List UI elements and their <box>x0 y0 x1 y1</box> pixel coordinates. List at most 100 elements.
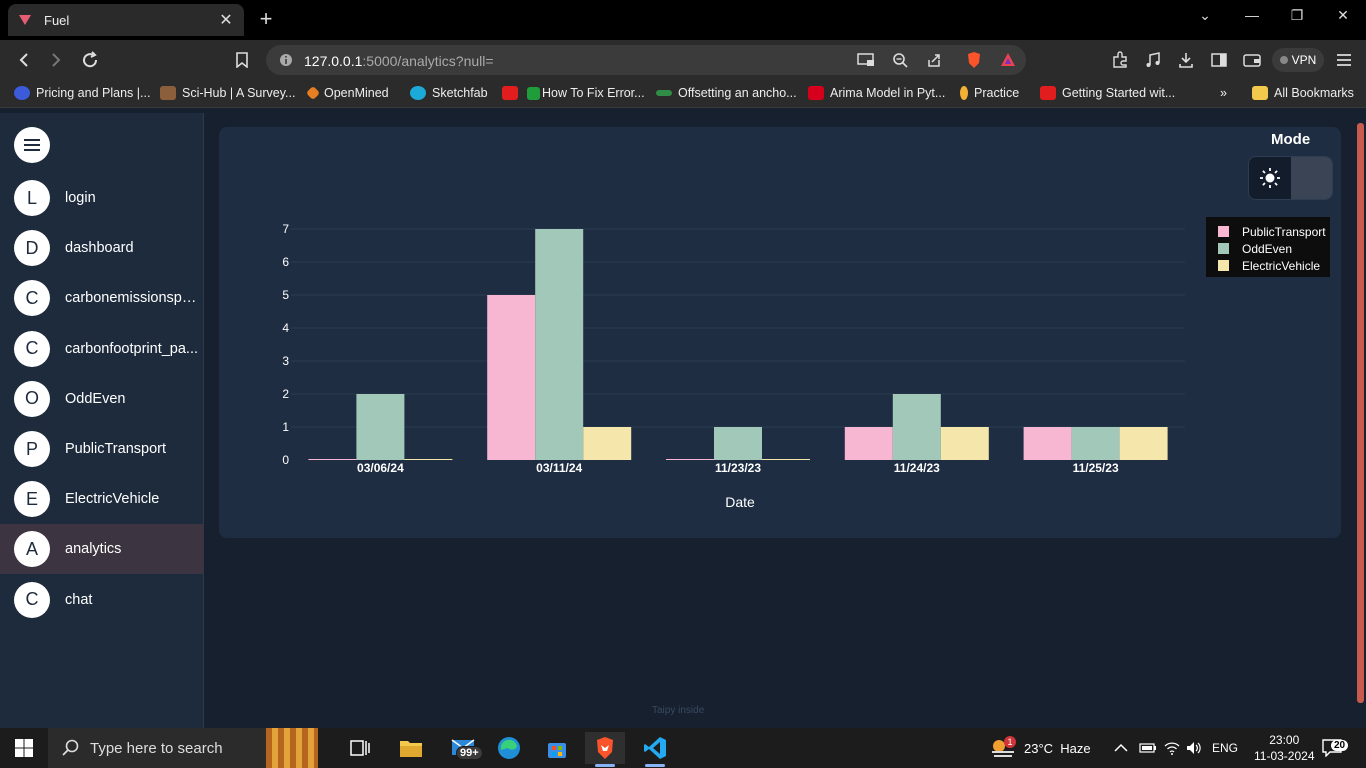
brave-browser-icon[interactable] <box>585 732 625 767</box>
bar[interactable] <box>583 427 632 460</box>
sidebar-item-electricvehicle[interactable]: E ElectricVehicle <box>0 474 204 524</box>
bookmark-arima[interactable]: Arima Model in Pyt... <box>808 86 945 100</box>
legend-item[interactable]: OddEven <box>1218 240 1330 257</box>
downloads-icon[interactable] <box>1174 48 1198 72</box>
bookmark-getting-started[interactable]: Getting Started wit... <box>1040 86 1175 100</box>
sidebar-item-login[interactable]: Llogin <box>0 173 204 223</box>
sidebar-item-label: OddEven <box>65 390 126 407</box>
minimize-icon[interactable]: — <box>1237 4 1267 26</box>
legend-item[interactable]: PublicTransport <box>1218 223 1330 240</box>
bar[interactable] <box>1023 427 1072 460</box>
sidebar-item-avatar: P <box>14 431 50 467</box>
x-tick-label: 11/24/23 <box>894 461 940 475</box>
sidebar-item-label: carbonemissionspa... <box>65 290 200 307</box>
bookmark-sketchfab[interactable]: Sketchfab <box>410 86 488 100</box>
battery-icon[interactable] <box>1139 728 1157 768</box>
microsoft-store-icon[interactable] <box>537 732 577 764</box>
new-tab-icon[interactable]: + <box>256 7 276 31</box>
close-tab-icon[interactable]: ✕ <box>218 10 234 30</box>
sidebar-item-label: ElectricVehicle <box>65 491 160 508</box>
sidebar-item-analytics[interactable]: Aanalytics <box>0 524 204 575</box>
file-explorer-icon[interactable] <box>391 732 431 764</box>
bar[interactable] <box>1071 427 1120 460</box>
tab-search-chevron-icon[interactable]: ⌄ <box>1190 4 1220 26</box>
site-info-icon[interactable] <box>276 51 296 69</box>
sidebar-item-dashboard[interactable]: Ddashboard <box>0 223 204 273</box>
all-bookmarks[interactable]: All Bookmarks <box>1252 86 1354 100</box>
bar[interactable] <box>487 295 536 460</box>
scrollbar-thumb[interactable] <box>1357 123 1364 703</box>
wallet-icon[interactable] <box>1240 48 1264 72</box>
legend-label: ElectricVehicle <box>1242 258 1321 273</box>
page-scrollbar[interactable] <box>1355 113 1366 728</box>
sidebar-item-publictransport[interactable]: P PublicTransport <box>0 424 204 474</box>
forward-icon[interactable] <box>44 48 68 72</box>
extensions-icon[interactable] <box>1108 48 1132 72</box>
clock[interactable]: 23:00 11-03-2024 <box>1254 728 1315 768</box>
browser-menu-icon[interactable] <box>1332 48 1356 72</box>
restore-icon[interactable]: ❐ <box>1282 4 1312 26</box>
windows-start-icon[interactable] <box>4 732 44 764</box>
close-window-icon[interactable]: ✕ <box>1328 4 1358 26</box>
weather-badge: 1 <box>1004 736 1016 748</box>
notifications-icon[interactable]: 20 <box>1322 728 1349 768</box>
brave-shields-icon[interactable] <box>964 51 984 69</box>
bookmark-howtofix[interactable]: How To Fix Error... <box>527 86 645 100</box>
edge-icon[interactable] <box>489 732 529 764</box>
sidebar-item-chat[interactable]: Cchat <box>0 575 204 625</box>
sidebar-item-carbonemissionspa[interactable]: Ccarbonemissionspa... <box>0 273 204 323</box>
sidebar-item-avatar: L <box>14 180 50 216</box>
bar[interactable] <box>404 459 453 460</box>
reload-icon[interactable] <box>78 48 102 72</box>
bookmark-practice[interactable]: Practice <box>960 86 1019 100</box>
bar[interactable] <box>892 394 941 460</box>
share-icon[interactable] <box>924 51 944 69</box>
vpn-label: VPN <box>1291 53 1317 67</box>
media-icon[interactable] <box>1141 48 1165 72</box>
search-placeholder: Type here to search <box>90 739 223 757</box>
bar[interactable] <box>714 427 762 460</box>
bookmark-openmined[interactable]: OpenMined <box>305 85 389 101</box>
vpn-button[interactable]: VPN <box>1272 48 1324 72</box>
search-highlight-image <box>266 728 318 768</box>
browser-tab[interactable]: Fuel ✕ <box>8 4 244 36</box>
zoom-icon[interactable] <box>890 51 910 69</box>
bookmark-scihub[interactable]: Sci-Hub | A Survey... <box>160 86 295 100</box>
address-bar[interactable]: 127.0.0.1:5000/analytics?null= <box>266 45 1026 75</box>
sidebar-item-carbonfootprint-pa[interactable]: Ccarbonfootprint_pa... <box>0 324 204 374</box>
bookmark-pricing[interactable]: Pricing and Plans |... <box>14 86 150 100</box>
bookmark-offsetting[interactable]: Offsetting an ancho... <box>656 86 797 100</box>
wifi-icon[interactable] <box>1164 728 1180 768</box>
legend-item[interactable]: ElectricVehicle <box>1218 257 1330 274</box>
bar[interactable] <box>1119 427 1168 460</box>
sidebar-toggle-icon[interactable] <box>1207 48 1231 72</box>
sidebar-item-oddeven[interactable]: O OddEven <box>0 374 204 424</box>
bar[interactable] <box>535 229 584 460</box>
bar[interactable] <box>762 459 810 460</box>
show-hidden-icons-icon[interactable] <box>1114 728 1128 768</box>
task-view-icon[interactable] <box>340 732 380 764</box>
bar[interactable] <box>666 459 714 460</box>
vscode-icon[interactable] <box>635 732 675 767</box>
brave-rewards-icon[interactable] <box>998 51 1018 69</box>
bookmark-youtube[interactable] <box>502 86 524 100</box>
chart-legend: PublicTransport OddEven ElectricVehicle <box>1206 217 1330 277</box>
bar[interactable] <box>844 427 893 460</box>
taskbar-search[interactable]: Type here to search <box>48 728 318 768</box>
bookmarks-overflow-icon[interactable]: » <box>1220 86 1227 100</box>
bar[interactable] <box>356 394 405 460</box>
volume-icon[interactable] <box>1186 728 1202 768</box>
hamburger-menu-icon[interactable] <box>14 127 50 163</box>
cast-icon[interactable] <box>856 51 876 69</box>
bookmark-favicon-icon <box>305 85 321 101</box>
back-icon[interactable] <box>12 48 36 72</box>
bar[interactable] <box>308 459 357 460</box>
language-indicator[interactable]: ENG <box>1212 728 1238 768</box>
mail-icon[interactable]: 99+ <box>444 732 484 764</box>
bookmark-icon[interactable] <box>230 48 254 72</box>
legend-swatch <box>1218 260 1229 271</box>
taipy-watermark: Taipy inside <box>652 705 705 716</box>
weather-widget[interactable]: 1 23°C Haze <box>990 728 1091 768</box>
bar[interactable] <box>940 427 989 460</box>
clock-time: 23:00 <box>1269 733 1300 747</box>
